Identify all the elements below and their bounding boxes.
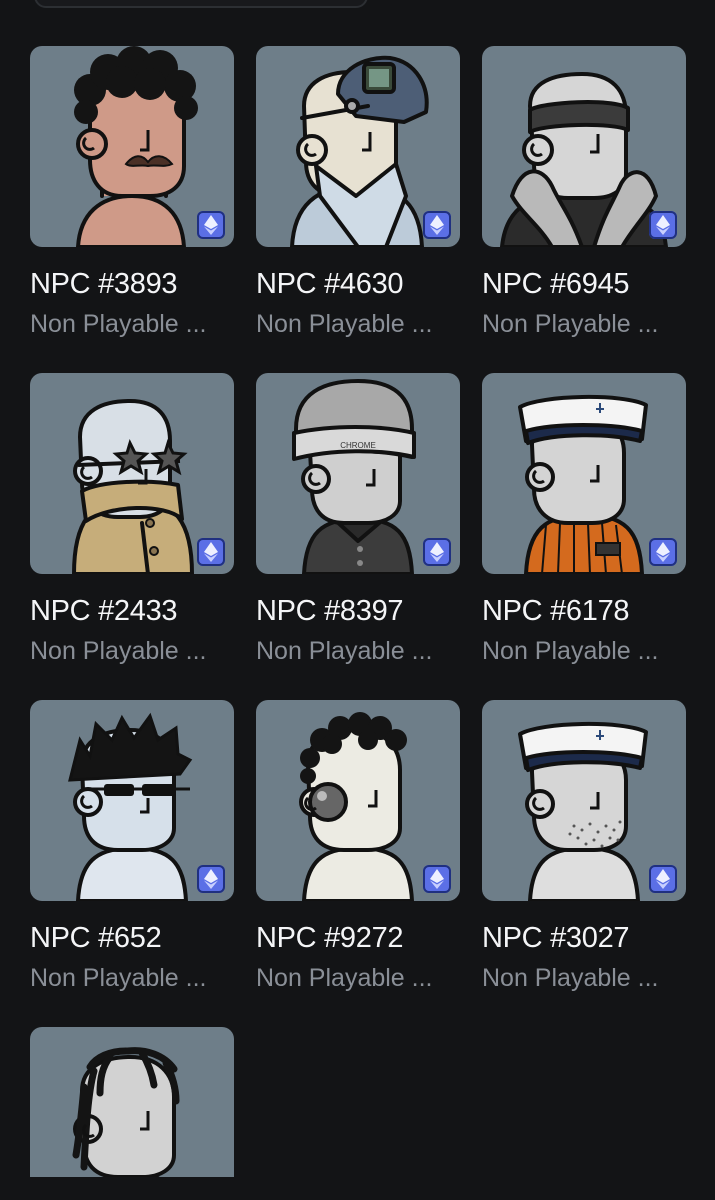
chrome-beanie-label: CHROME [340,441,376,450]
ethereum-icon [197,538,225,566]
nft-thumbnail[interactable] [256,700,460,901]
ethereum-icon [649,865,677,893]
nft-thumbnail[interactable] [30,700,234,901]
ethereum-icon [423,538,451,566]
nft-card[interactable]: NPC #652 Non Playable ... [30,700,236,993]
nft-name[interactable]: NPC #9272 [256,921,462,955]
collection-name: Non Playable ... [482,310,659,338]
nft-thumbnail[interactable]: CHROME [256,373,460,574]
nft-thumbnail[interactable] [482,373,686,574]
ethereum-icon [423,865,451,893]
npc-avatar-image [72,1047,180,1177]
collection-name: Non Playable ... [256,637,433,665]
nft-name[interactable]: NPC #4630 [256,267,462,301]
ethereum-icon [649,211,677,239]
ethereum-icon [423,211,451,239]
nft-name[interactable]: NPC #6178 [482,594,688,628]
nft-name[interactable]: NPC #652 [30,921,236,955]
ethereum-icon [197,211,225,239]
collection-name: Non Playable ... [30,310,207,338]
nft-name[interactable]: NPC #3893 [30,267,236,301]
nft-card[interactable]: NPC #6178 Non Playable ... [482,373,688,666]
collection-name: Non Playable ... [30,964,207,992]
nft-card[interactable] [30,1027,236,1177]
collection-name: Non Playable ... [256,964,433,992]
nft-thumbnail[interactable] [30,373,234,574]
collection-name: Non Playable ... [256,310,433,338]
nft-card[interactable]: NPC #9272 Non Playable ... [256,700,462,993]
nft-name[interactable]: NPC #3027 [482,921,688,955]
nft-name[interactable]: NPC #2433 [30,594,236,628]
nft-card[interactable]: CHROME NPC #8397 Non Playable ... [256,373,462,666]
collection-name: Non Playable ... [482,964,659,992]
nft-thumbnail[interactable] [482,700,686,901]
ethereum-icon [649,538,677,566]
nft-grid: NPC #3893 Non Playable ... NPC #4630 Non… [0,0,715,1200]
nft-thumbnail[interactable] [256,46,460,247]
nft-card[interactable]: NPC #4630 Non Playable ... [256,46,462,339]
nft-card[interactable]: NPC #3027 Non Playable ... [482,700,688,993]
nft-card[interactable]: NPC #6945 Non Playable ... [482,46,688,339]
nft-card[interactable]: NPC #3893 Non Playable ... [30,46,236,339]
nft-card[interactable]: NPC #2433 Non Playable ... [30,373,236,666]
ethereum-icon [197,865,225,893]
nft-thumbnail[interactable] [30,46,234,247]
nft-thumbnail[interactable] [30,1027,234,1177]
collection-name: Non Playable ... [30,637,207,665]
nft-name[interactable]: NPC #6945 [482,267,688,301]
nft-thumbnail[interactable] [482,46,686,247]
collection-name: Non Playable ... [482,637,659,665]
nft-name[interactable]: NPC #8397 [256,594,462,628]
